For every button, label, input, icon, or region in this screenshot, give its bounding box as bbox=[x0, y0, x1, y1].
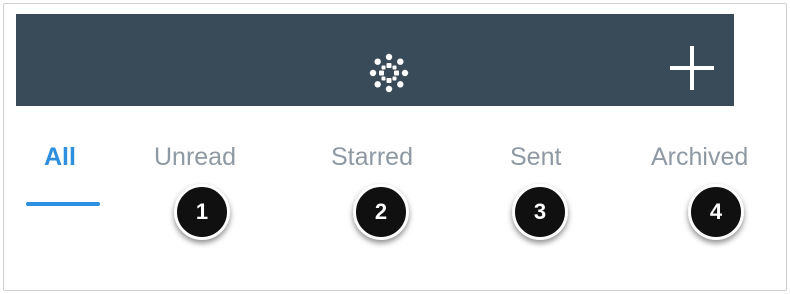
mailbox-filter-tabs: All Unread Starred Sent Archived bbox=[0, 130, 790, 206]
tab-starred[interactable]: Starred bbox=[331, 142, 413, 172]
callout-badge-3: 3 bbox=[512, 184, 568, 240]
active-tab-indicator bbox=[26, 202, 100, 206]
callout-badge-1: 1 bbox=[174, 184, 230, 240]
tab-archived[interactable]: Archived bbox=[651, 142, 748, 172]
tab-sent[interactable]: Sent bbox=[510, 142, 561, 172]
callout-badge-2: 2 bbox=[353, 184, 409, 240]
top-nav-bar bbox=[16, 14, 734, 106]
tab-unread[interactable]: Unread bbox=[154, 142, 236, 172]
callout-badge-4: 4 bbox=[688, 184, 744, 240]
canvas-logo-icon bbox=[369, 53, 409, 93]
plus-icon[interactable] bbox=[668, 44, 716, 92]
tab-all[interactable]: All bbox=[44, 142, 76, 172]
